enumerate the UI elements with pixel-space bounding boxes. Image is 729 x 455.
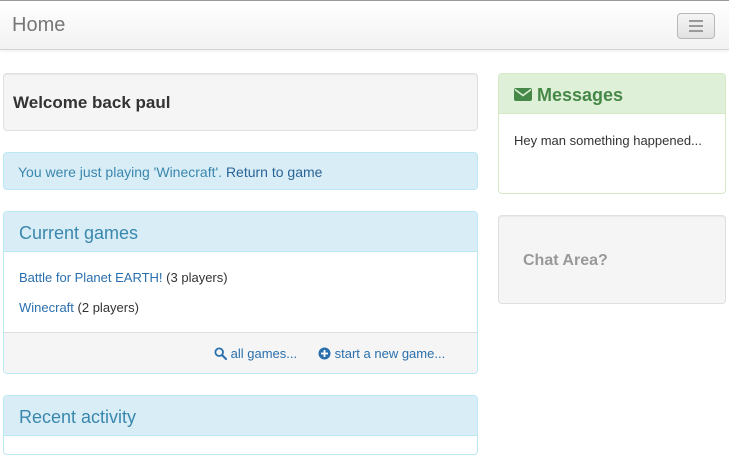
welcome-heading: Welcome back paul — [13, 93, 171, 112]
current-games-panel: Current games Battle for Planet EARTH! (… — [3, 211, 478, 374]
game-player-count: (3 players) — [166, 270, 228, 285]
current-games-footer: all games... start a new game... — [4, 332, 477, 373]
game-link-winecraft[interactable]: Winecraft — [19, 300, 74, 315]
game-list-item: Winecraft (2 players) — [19, 300, 139, 315]
alert-message: You were just playing 'Winecraft'. — [18, 164, 223, 180]
envelope-icon — [514, 88, 532, 101]
game-player-count: (2 players) — [77, 300, 139, 315]
plus-circle-icon — [318, 347, 331, 360]
recent-activity-title: Recent activity — [19, 407, 137, 427]
welcome-well: Welcome back paul — [3, 73, 478, 131]
last-game-alert: You were just playing 'Winecraft'. Retur… — [3, 152, 478, 190]
recent-activity-panel: Recent activity — [3, 395, 478, 455]
messages-header: Messages — [499, 74, 725, 114]
start-new-game-link[interactable]: start a new game... — [318, 346, 445, 361]
chat-area-label: Chat Area? — [523, 252, 608, 269]
chat-area-well: Chat Area? — [498, 215, 726, 304]
messages-panel: Messages Hey man something happened... — [498, 73, 726, 194]
game-link-battle-for-planet-earth[interactable]: Battle for Planet EARTH! — [19, 270, 163, 285]
message-preview[interactable]: Hey man something happened... — [514, 131, 714, 151]
menu-toggle-button[interactable] — [677, 13, 715, 39]
all-games-link[interactable]: all games... — [214, 346, 297, 361]
game-list-item: Battle for Planet EARTH! (3 players) — [19, 270, 228, 285]
recent-activity-header: Recent activity — [4, 396, 477, 436]
start-new-game-label: start a new game... — [334, 346, 446, 361]
search-icon — [214, 347, 227, 360]
messages-title: Messages — [537, 85, 624, 105]
brand-home-link[interactable]: Home — [12, 14, 65, 37]
current-games-header: Current games — [4, 212, 477, 252]
return-to-game-link[interactable]: Return to game — [226, 164, 323, 180]
top-navbar: Home — [0, 0, 729, 50]
alert-text-wrap: You were just playing 'Winecraft'. Retur… — [18, 164, 322, 180]
all-games-label: all games... — [230, 346, 298, 361]
current-games-title: Current games — [19, 223, 139, 243]
